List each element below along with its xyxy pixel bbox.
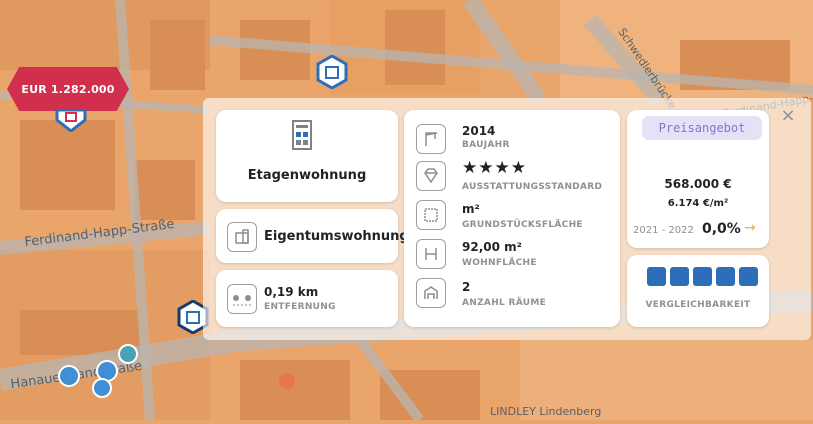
poi-pin-icon[interactable] <box>92 378 112 398</box>
diamond-icon <box>416 161 446 191</box>
detail-label: AUSSTATTUNGSSTANDARD <box>462 182 603 192</box>
detail-label: ANZAHL RÄUME <box>462 298 547 308</box>
comparability-bar <box>647 267 666 286</box>
price-marker[interactable]: EUR 1.282.000 <box>7 67 129 111</box>
detail-value: m² <box>462 202 480 216</box>
living-area-icon <box>416 239 446 269</box>
offer-period: 2021 - 2022 <box>633 225 694 236</box>
offer-price-per-sqm: 6.174 €/m² <box>667 198 729 209</box>
trend-arrow-icon: → <box>744 220 756 236</box>
poi-pin-icon[interactable] <box>118 344 138 364</box>
building-pin-icon[interactable] <box>315 55 349 89</box>
distance-card: 0,19 km ENTFERNUNG <box>216 270 398 327</box>
comparability-bar <box>670 267 689 286</box>
distance-icon <box>227 284 257 314</box>
details-card: 2014 BAUJAHR ★★★★ AUSSTATTUNGSSTANDARD m… <box>404 110 620 327</box>
apartment-icon <box>227 222 257 252</box>
poi-pin-icon[interactable] <box>278 372 296 390</box>
comparability-bar <box>739 267 758 286</box>
offer-badge: Preisangebot <box>642 116 762 140</box>
close-icon[interactable]: × <box>780 107 796 125</box>
ownership-label: Eigentumswohnung <box>264 229 409 244</box>
offer-price: 568.000 € <box>664 177 732 191</box>
detail-value: 2014 <box>462 124 496 138</box>
comparability-bar <box>693 267 712 286</box>
apartment-building-icon <box>292 120 312 150</box>
ownership-card: Eigentumswohnung <box>216 209 409 263</box>
rooms-icon <box>416 278 446 308</box>
comparability-label: VERGLEICHBARKEIT <box>645 300 751 310</box>
distance-label: ENTFERNUNG <box>264 302 336 312</box>
street-label: LINDLEY Lindenberg <box>490 405 602 418</box>
offer-change: 0,0% <box>702 221 741 237</box>
comparability-card <box>627 255 769 327</box>
poi-pin-icon[interactable] <box>58 365 80 387</box>
detail-value: 92,00 m² <box>462 240 522 254</box>
detail-value: 2 <box>462 280 471 294</box>
distance-value: 0,19 km <box>264 285 319 299</box>
property-type-label: Etagenwohnung <box>247 168 367 183</box>
detail-label: GRUNDSTÜCKSFLÄCHE <box>462 220 583 230</box>
comparability-bar <box>716 267 735 286</box>
rating-stars: ★★★★ <box>462 158 527 178</box>
detail-label: WOHNFLÄCHE <box>462 258 537 268</box>
building-pin-icon[interactable] <box>54 110 88 132</box>
detail-label: BAUJAHR <box>462 140 510 150</box>
plot-area-icon <box>416 200 446 230</box>
property-type-card: Etagenwohnung <box>216 110 398 202</box>
crane-icon <box>416 124 446 154</box>
price-marker-label: EUR 1.282.000 <box>21 82 115 96</box>
